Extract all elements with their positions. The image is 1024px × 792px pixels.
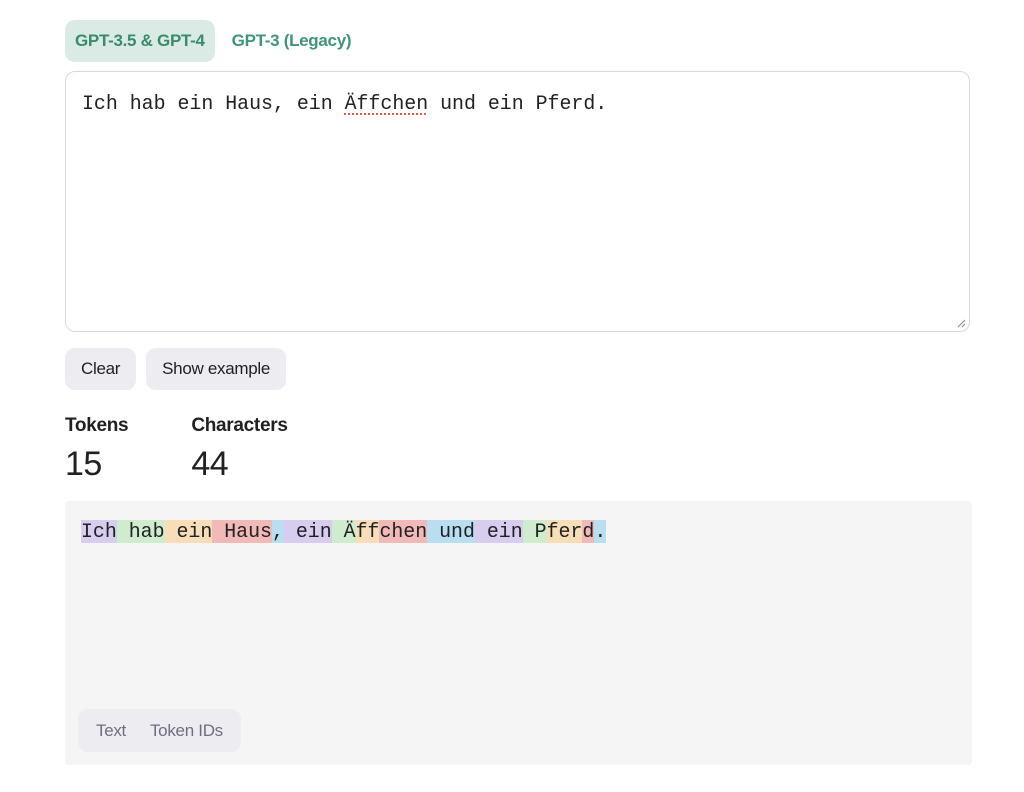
model-tabs: GPT-3.5 & GPT-4 GPT-3 (Legacy) [65, 20, 361, 62]
tokens-stat: Tokens 15 [65, 415, 129, 484]
view-toggle: Text Token IDs [78, 709, 241, 752]
token-chip: d [582, 520, 595, 543]
token-list: Ich hab ein Haus, ein Äffchen und ein Pf… [81, 520, 607, 544]
token-chip: Haus [212, 520, 272, 543]
token-chip: P [522, 520, 547, 543]
token-chip: Ä [331, 520, 356, 543]
input-text[interactable]: Ich hab ein Haus, ein Äffchen und ein Pf… [82, 92, 607, 115]
characters-count: 44 [191, 445, 229, 483]
misspelled-word: Äffchen [344, 92, 429, 115]
characters-stat: Characters 44 [191, 415, 288, 484]
token-chip: und [427, 520, 475, 543]
text-input-area[interactable]: Ich hab ein Haus, ein Äffchen und ein Pf… [65, 71, 970, 332]
stats-panel: Tokens 15 Characters 44 [65, 415, 288, 484]
token-chip: hab [116, 520, 165, 543]
input-text-after: und ein Pferd. [428, 92, 608, 115]
token-chip: , [272, 520, 284, 543]
token-chip: ff [355, 520, 380, 543]
tab-gpt-35-gpt-4[interactable]: GPT-3.5 & GPT-4 [65, 20, 215, 62]
input-text-before: Ich hab ein Haus, ein [82, 92, 345, 115]
token-chip: ein [164, 520, 213, 543]
resize-handle-icon[interactable] [956, 318, 966, 328]
tokenized-output: Ich hab ein Haus, ein Äffchen und ein Pf… [65, 501, 972, 765]
characters-label: Characters [191, 415, 288, 436]
view-text-option[interactable]: Text [84, 721, 138, 741]
tokens-count: 15 [65, 445, 102, 483]
tab-gpt-3-legacy[interactable]: GPT-3 (Legacy) [222, 20, 362, 62]
show-example-button[interactable]: Show example [146, 348, 287, 390]
action-buttons: Clear Show example [65, 348, 287, 390]
tokens-label: Tokens [65, 415, 129, 436]
token-chip: ein [283, 520, 332, 543]
clear-button[interactable]: Clear [65, 348, 137, 390]
token-chip: fer [546, 520, 583, 543]
token-chip: . [594, 520, 607, 543]
view-token-ids-option[interactable]: Token IDs [138, 721, 235, 741]
token-chip: Ich [81, 520, 117, 543]
token-chip: chen [379, 520, 428, 543]
token-chip: ein [474, 520, 523, 543]
